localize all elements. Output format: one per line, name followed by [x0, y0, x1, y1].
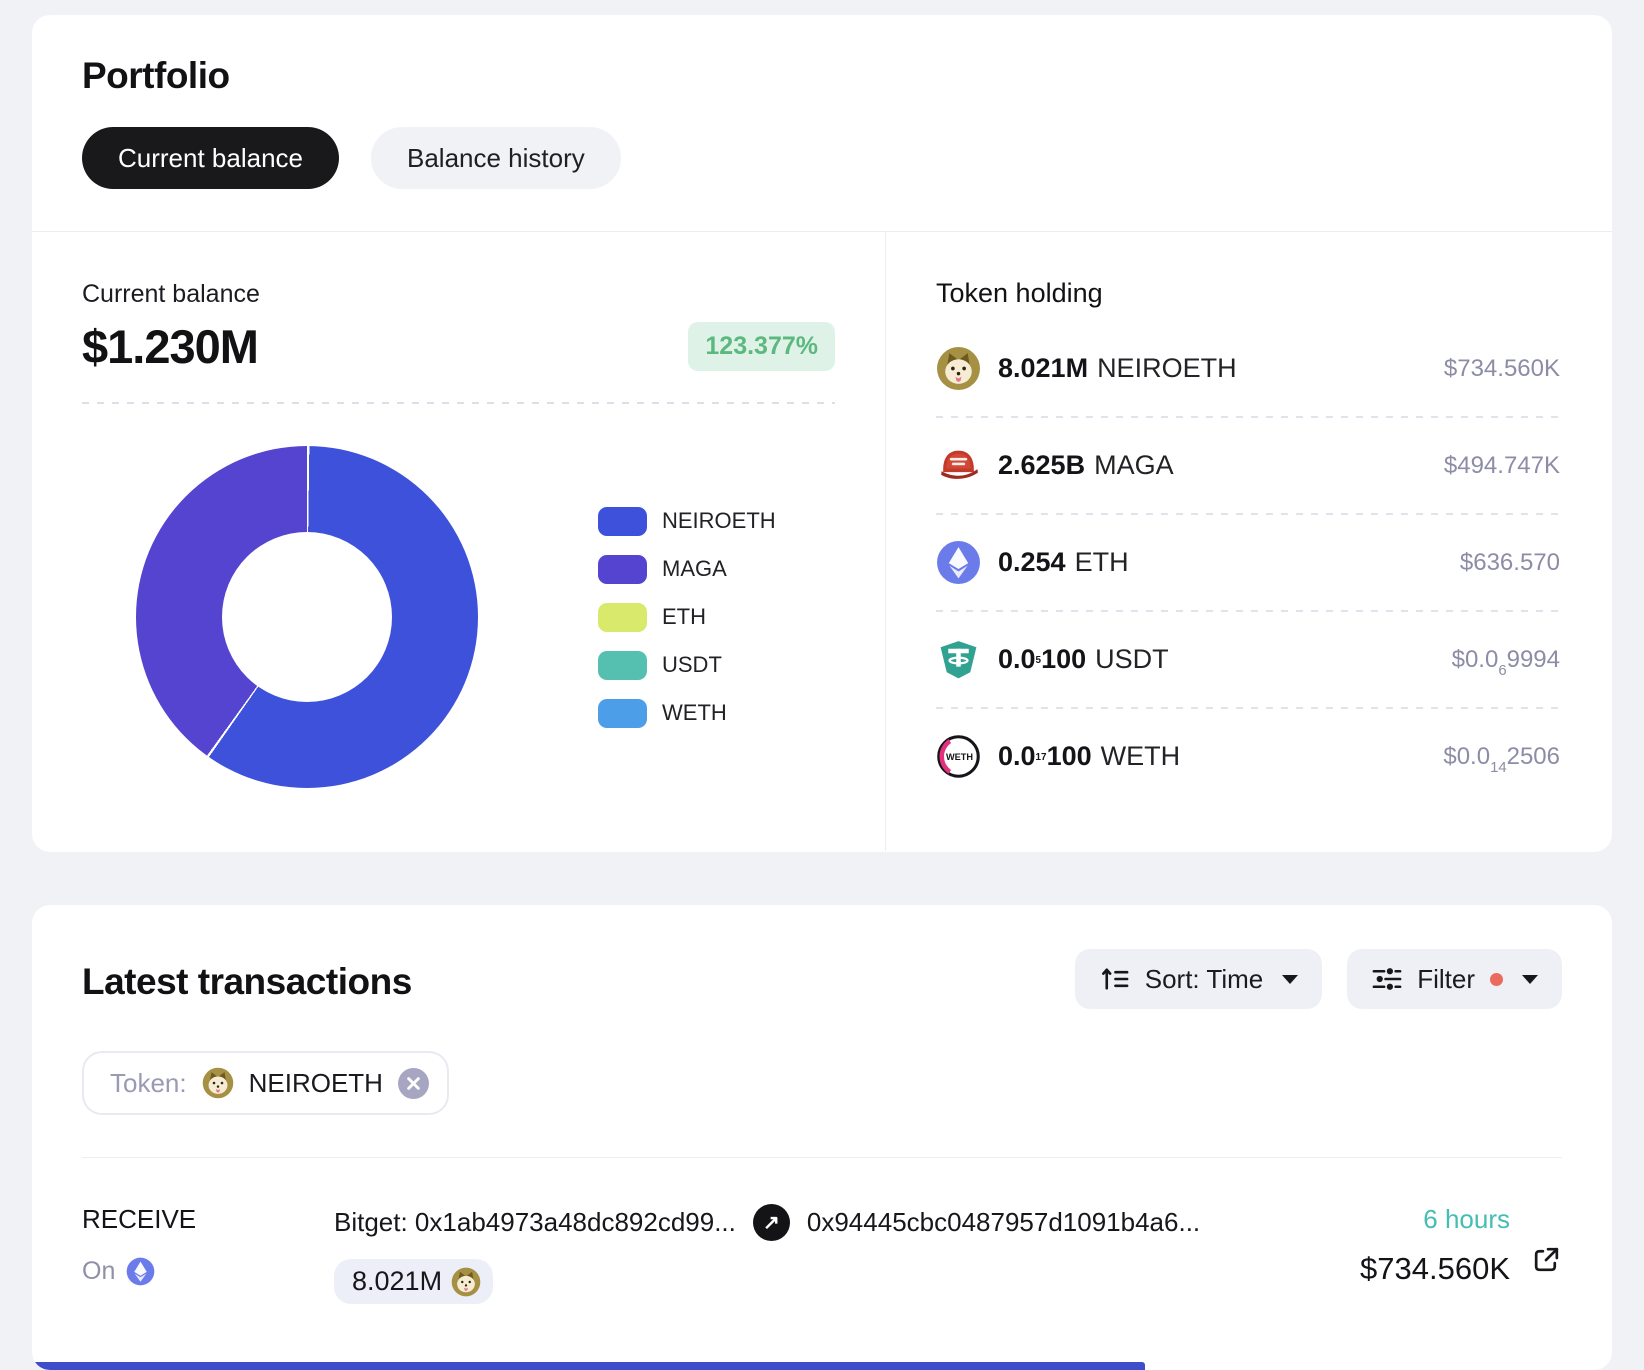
legend-item-eth: ETH [598, 602, 776, 632]
token-usd-value-text: $494.747K [1443, 451, 1560, 479]
token-filter-value: NEIROETH [248, 1067, 383, 1098]
token-row-usdt[interactable]: 0.0 5 100 USDT $0.069994 [936, 612, 1560, 707]
eth-chain-icon [126, 1257, 155, 1286]
token-symbol: WETH [1100, 741, 1181, 771]
tab-current-balance[interactable]: Current balance [82, 127, 339, 189]
balance-change-badge: 123.377% [688, 322, 835, 371]
token-amount-tail: 100 [1041, 644, 1087, 674]
token-row-maga[interactable]: 2.625B MAGA $494.747K [936, 418, 1560, 513]
legend-label: ETH [662, 604, 706, 629]
filter-button-label: Filter [1417, 963, 1475, 994]
token-usd-value-text: $0.0 [1443, 742, 1491, 770]
token-symbol: ETH [1074, 547, 1129, 577]
legend-item-neiroeth: NEIROETH [598, 506, 776, 536]
section-divider [82, 1157, 1562, 1158]
token-usd-value-subscript: 6 [1498, 663, 1507, 680]
sort-icon [1099, 965, 1130, 993]
token-usd-value-tail: 2506 [1506, 742, 1560, 770]
legend-item-maga: MAGA [598, 554, 776, 584]
legend-label: NEIROETH [662, 508, 776, 533]
current-balance-value: $1.230M [82, 320, 259, 373]
transaction-amount-chip: 8.021M [334, 1259, 494, 1304]
neiroeth-token-icon [202, 1067, 234, 1099]
token-usd-value-text: $734.560K [1443, 354, 1560, 382]
portfolio-card: Portfolio Current balance Balance histor… [32, 15, 1612, 852]
sort-button[interactable]: Sort: Time [1074, 949, 1323, 1009]
filter-sliders-icon [1371, 965, 1402, 993]
token-symbol: NEIROETH [1097, 353, 1237, 383]
sort-button-label: Sort: Time [1144, 963, 1264, 994]
chain-prefix-label: On [82, 1257, 116, 1285]
current-balance-label: Current balance [82, 280, 260, 308]
token-holding-title: Token holding [936, 278, 1103, 308]
legend-label: WETH [662, 700, 727, 725]
token-usd-value-text: $636.570 [1459, 548, 1560, 576]
from-address[interactable]: Bitget: 0x1ab4973a48dc892cd99... [334, 1207, 736, 1238]
token-usd-value-text: $0.0 [1451, 645, 1499, 673]
neiroeth-token-icon [936, 346, 981, 391]
donut-chart [136, 446, 478, 788]
transfer-arrow-icon: ↗ [752, 1204, 790, 1241]
legend-swatch-eth [598, 602, 647, 632]
tab-balance-history[interactable]: Balance history [371, 127, 621, 189]
legend-item-weth: WETH [598, 698, 776, 728]
filter-active-dot [1490, 972, 1503, 986]
legend-swatch-neiroeth [598, 506, 647, 536]
current-balance-panel: Current balance $1.230M 123.377% NEIROET… [32, 232, 886, 851]
token-usd-value: $0.069994 [1451, 645, 1560, 679]
transaction-time: 6 hours [1423, 1204, 1510, 1234]
eth-token-icon [936, 540, 981, 585]
to-address[interactable]: 0x94445cbc0487957d1091b4a6... [807, 1207, 1200, 1238]
transaction-row: RECEIVE On Bitget: 0x1ab4973a48dc892cd99… [82, 1204, 1562, 1304]
token-usd-value: $734.560K [1444, 355, 1560, 383]
token-amount-tail: 100 [1046, 741, 1092, 771]
token-amount: 2.625B [998, 450, 1086, 480]
latest-transactions-card: Latest transactions Sort: Time Filter To… [32, 905, 1612, 1370]
token-row-neiroeth[interactable]: 8.021M NEIROETH $734.560K [936, 321, 1560, 416]
token-filter-chip: Token: NEIROETH [82, 1051, 449, 1115]
neiroeth-token-icon [451, 1267, 481, 1297]
token-filter-prefix: Token: [110, 1067, 187, 1098]
token-row-weth[interactable]: WETH 0.0 17 100 WETH $0.0142506 [936, 709, 1560, 804]
legend-swatch-usdt [598, 650, 647, 680]
token-symbol: USDT [1095, 644, 1169, 674]
filter-button[interactable]: Filter [1347, 949, 1562, 1009]
partially-visible-bottom-element [32, 1362, 1145, 1370]
legend-label: MAGA [662, 556, 727, 581]
token-holding-panel: Token holding 8.021M NEIROETH $734.560K … [886, 232, 1612, 851]
token-usd-value-tail: 9994 [1506, 645, 1560, 673]
dashed-divider [82, 402, 835, 404]
token-amount: 8.021M [998, 353, 1089, 383]
token-usd-value-subscript: 14 [1490, 760, 1507, 777]
token-amount: 0.0 [998, 741, 1036, 771]
token-usd-value: $0.0142506 [1443, 742, 1560, 776]
weth-token-icon: WETH [936, 734, 981, 779]
token-amount: 0.0 [998, 644, 1036, 674]
external-link-icon[interactable] [1531, 1244, 1562, 1275]
legend-swatch-weth [598, 698, 647, 728]
portfolio-header: Portfolio Current balance Balance histor… [32, 15, 1612, 232]
transaction-direction: RECEIVE [82, 1204, 197, 1234]
token-usd-value: $636.570 [1460, 549, 1560, 577]
token-usd-value: $494.747K [1444, 452, 1560, 480]
chevron-down-icon [1282, 974, 1299, 984]
remove-token-filter-button[interactable] [397, 1067, 429, 1099]
usdt-token-icon [936, 637, 981, 682]
token-amount: 0.254 [998, 547, 1066, 577]
legend-label: USDT [662, 652, 722, 677]
transaction-amount: 8.021M [352, 1266, 443, 1296]
latest-transactions-title: Latest transactions [82, 961, 412, 1002]
legend-item-usdt: USDT [598, 650, 776, 680]
legend-swatch-maga [598, 554, 647, 584]
chevron-down-icon [1522, 974, 1538, 984]
transaction-usd-value: $734.560K [1360, 1251, 1510, 1286]
maga-token-icon [936, 443, 981, 488]
svg-text:WETH: WETH [946, 752, 973, 762]
token-symbol: MAGA [1094, 450, 1174, 480]
token-row-eth[interactable]: 0.254 ETH $636.570 [936, 515, 1560, 610]
chart-legend: NEIROETH MAGA ETH USDT WETH [598, 506, 776, 728]
balance-tabs: Current balance Balance history [82, 127, 1612, 189]
page-title: Portfolio [82, 55, 230, 96]
